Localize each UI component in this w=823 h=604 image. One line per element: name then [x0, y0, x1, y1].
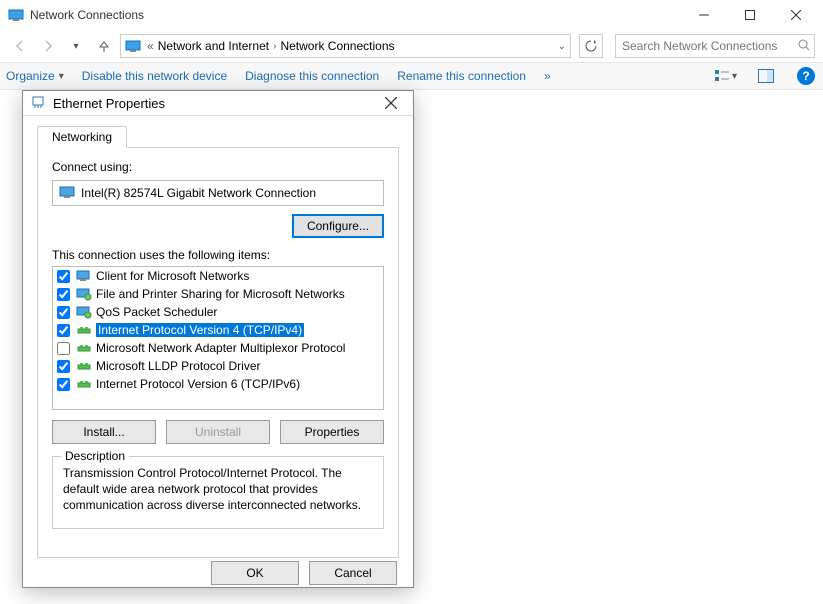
connect-using-label: Connect using:	[52, 160, 384, 174]
ethernet-icon	[31, 95, 47, 111]
network-item-icon	[76, 377, 92, 391]
command-bar: Organize ▾ Disable this network device D…	[0, 62, 823, 90]
window-titlebar: Network Connections	[0, 0, 823, 30]
network-item-row[interactable]: File and Printer Sharing for Microsoft N…	[53, 285, 383, 303]
dialog-title: Ethernet Properties	[53, 96, 375, 111]
help-button[interactable]: ?	[795, 65, 817, 87]
navigation-bar: ▾ « Network and Internet › Network Conne…	[0, 30, 823, 62]
search-icon[interactable]	[798, 39, 810, 54]
address-bar[interactable]: « Network and Internet › Network Connect…	[120, 34, 571, 58]
network-item-name: File and Printer Sharing for Microsoft N…	[96, 287, 345, 301]
network-item-name: QoS Packet Scheduler	[96, 305, 217, 319]
disable-device-button[interactable]: Disable this network device	[82, 69, 227, 83]
network-item-row[interactable]: Microsoft LLDP Protocol Driver	[53, 357, 383, 375]
cancel-button[interactable]: Cancel	[309, 561, 397, 585]
network-item-name: Internet Protocol Version 4 (TCP/IPv4)	[96, 323, 304, 337]
view-options-button[interactable]: ▾	[715, 65, 737, 87]
organize-menu[interactable]: Organize ▾	[6, 69, 64, 83]
breadcrumb-prefix: «	[147, 39, 154, 53]
preview-pane-button[interactable]	[755, 65, 777, 87]
address-dropdown-button[interactable]: ⌄	[558, 41, 566, 52]
network-item-name: Client for Microsoft Networks	[96, 269, 249, 283]
chevron-right-icon[interactable]: ›	[273, 41, 276, 52]
diagnose-connection-button[interactable]: Diagnose this connection	[245, 69, 379, 83]
uninstall-button: Uninstall	[166, 420, 270, 444]
network-item-checkbox[interactable]	[57, 342, 70, 355]
adapter-field: Intel(R) 82574L Gigabit Network Connecti…	[52, 180, 384, 206]
network-item-icon	[76, 341, 92, 355]
ethernet-properties-dialog: Ethernet Properties Networking Connect u…	[22, 90, 414, 588]
ok-button[interactable]: OK	[211, 561, 299, 585]
network-item-icon	[76, 287, 92, 301]
help-icon: ?	[797, 67, 815, 85]
properties-button[interactable]: Properties	[280, 420, 384, 444]
tab-content: Connect using: Intel(R) 82574L Gigabit N…	[37, 148, 399, 558]
network-item-icon	[76, 359, 92, 373]
description-legend: Description	[61, 449, 129, 463]
network-item-row[interactable]: Client for Microsoft Networks	[53, 267, 383, 285]
network-item-name: Microsoft Network Adapter Multiplexor Pr…	[96, 341, 345, 355]
install-button[interactable]: Install...	[52, 420, 156, 444]
network-item-row[interactable]: Internet Protocol Version 6 (TCP/IPv6)	[53, 375, 383, 393]
search-box[interactable]	[615, 34, 815, 58]
overflow-button[interactable]: »	[544, 69, 551, 83]
dialog-titlebar[interactable]: Ethernet Properties	[23, 91, 413, 116]
network-items-listbox[interactable]: Client for Microsoft Networks File and Pr…	[52, 266, 384, 410]
up-button[interactable]	[92, 34, 116, 58]
description-group: Description Transmission Control Protoco…	[52, 456, 384, 529]
network-item-icon	[76, 269, 92, 283]
dialog-footer: OK Cancel	[23, 558, 413, 587]
adapter-name: Intel(R) 82574L Gigabit Network Connecti…	[81, 186, 316, 200]
explorer-window: Network Connections ▾ « Network and Inte…	[0, 0, 823, 604]
network-item-checkbox[interactable]	[57, 270, 70, 283]
network-item-icon	[76, 323, 92, 337]
configure-button[interactable]: Configure...	[292, 214, 384, 238]
tab-strip: Networking	[37, 122, 399, 148]
network-item-row[interactable]: QoS Packet Scheduler	[53, 303, 383, 321]
dialog-body: Networking Connect using: Intel(R) 82574…	[23, 116, 413, 558]
network-item-checkbox[interactable]	[57, 288, 70, 301]
back-button[interactable]	[8, 34, 32, 58]
window-title: Network Connections	[30, 8, 681, 22]
items-label: This connection uses the following items…	[52, 248, 384, 262]
refresh-button[interactable]	[579, 34, 603, 58]
forward-button[interactable]	[36, 34, 60, 58]
search-input[interactable]	[620, 38, 798, 54]
network-item-name: Internet Protocol Version 6 (TCP/IPv6)	[96, 377, 300, 391]
window-controls	[681, 0, 819, 30]
network-item-row[interactable]: Internet Protocol Version 4 (TCP/IPv4)	[53, 321, 383, 339]
dialog-close-button[interactable]	[375, 91, 407, 115]
rename-connection-button[interactable]: Rename this connection	[397, 69, 526, 83]
network-item-checkbox[interactable]	[57, 378, 70, 391]
close-button[interactable]	[773, 0, 819, 30]
network-item-checkbox[interactable]	[57, 306, 70, 319]
tab-networking[interactable]: Networking	[37, 126, 127, 148]
breadcrumb-segment[interactable]: Network Connections	[280, 39, 394, 53]
recent-locations-button[interactable]: ▾	[64, 34, 88, 58]
network-item-row[interactable]: Microsoft Network Adapter Multiplexor Pr…	[53, 339, 383, 357]
address-icon	[125, 38, 141, 54]
network-item-checkbox[interactable]	[57, 324, 70, 337]
network-item-icon	[76, 305, 92, 319]
description-text: Transmission Control Protocol/Internet P…	[63, 465, 373, 514]
network-item-name: Microsoft LLDP Protocol Driver	[96, 359, 261, 373]
adapter-icon	[59, 185, 75, 202]
minimize-button[interactable]	[681, 0, 727, 30]
maximize-button[interactable]	[727, 0, 773, 30]
network-item-checkbox[interactable]	[57, 360, 70, 373]
network-connections-icon	[8, 7, 24, 23]
chevron-down-icon: ▾	[59, 71, 64, 82]
chevron-down-icon: ▾	[732, 71, 737, 82]
breadcrumb-segment[interactable]: Network and Internet	[158, 39, 269, 53]
